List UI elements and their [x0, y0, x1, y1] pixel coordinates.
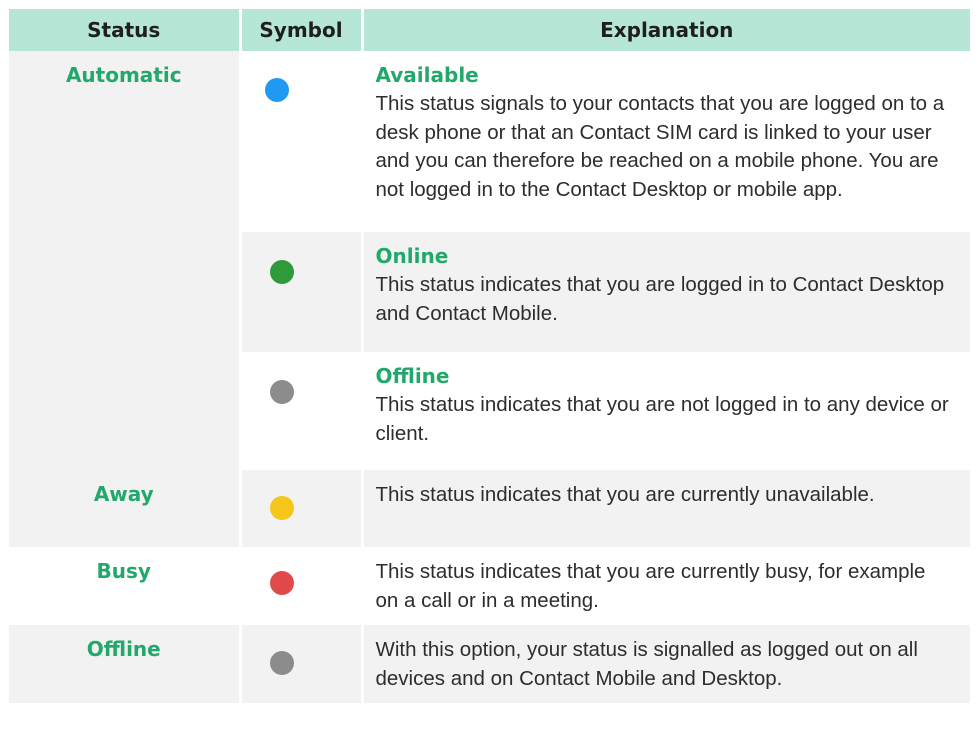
explanation-text: This status indicates that you are not l…: [375, 393, 949, 445]
status-label-away: Away: [93, 482, 154, 506]
status-label-offline: Offline: [86, 637, 161, 661]
symbol-column-header: Symbol: [240, 9, 364, 51]
status-table: Status Symbol Explanation Automatic Avai…: [9, 9, 970, 703]
symbol-cell: [240, 51, 364, 232]
explanation-cell: Online This status indicates that you ar…: [362, 232, 970, 352]
status-title-offline: Offline: [375, 364, 450, 388]
table-row: Away This status indicates that you are …: [9, 470, 970, 547]
status-cell: Busy: [9, 547, 242, 625]
grey-dot-icon: [269, 380, 294, 404]
symbol-cell: [240, 625, 364, 703]
explanation-text: This status indicates that you are curre…: [375, 560, 926, 612]
status-cell: Away: [9, 470, 242, 547]
symbol-cell: [240, 470, 364, 547]
explanation-text: With this option, your status is signall…: [375, 638, 918, 690]
explanation-cell: Offline This status indicates that you a…: [362, 352, 970, 470]
explanation-text: This status indicates that you are curre…: [375, 483, 875, 506]
explanation-cell: This status indicates that you are curre…: [362, 547, 970, 625]
status-title-online: Online: [375, 244, 449, 268]
explanation-cell: Available This status signals to your co…: [362, 51, 970, 232]
blue-dot-icon: [264, 78, 289, 102]
table-row: Offline With this option, your status is…: [9, 625, 970, 703]
green-dot-icon: [269, 260, 294, 284]
status-cell: Offline: [9, 625, 242, 703]
red-dot-icon: [269, 571, 294, 595]
table-row: Automatic Available This status signals …: [9, 51, 970, 470]
status-label-busy: Busy: [96, 559, 151, 583]
yellow-dot-icon: [269, 496, 294, 520]
header-row: Status Symbol Explanation: [9, 9, 970, 51]
explanation-cell: This status indicates that you are curre…: [362, 470, 970, 547]
symbol-cell: [240, 232, 364, 352]
table-row: Busy This status indicates that you are …: [9, 547, 970, 625]
symbol-cell: [240, 352, 364, 470]
explanation-text: This status indicates that you are logge…: [375, 273, 945, 325]
status-title-available: Available: [375, 63, 479, 87]
explanation-text: This status signals to your contacts tha…: [375, 92, 945, 201]
explanation-cell: With this option, your status is signall…: [362, 625, 970, 703]
status-cell: Automatic: [9, 51, 242, 470]
status-column-header: Status: [9, 9, 242, 51]
symbol-cell: [240, 547, 364, 625]
explanation-column-header: Explanation: [362, 9, 970, 51]
status-label-automatic: Automatic: [65, 63, 182, 87]
grey-dot-icon: [269, 651, 294, 675]
